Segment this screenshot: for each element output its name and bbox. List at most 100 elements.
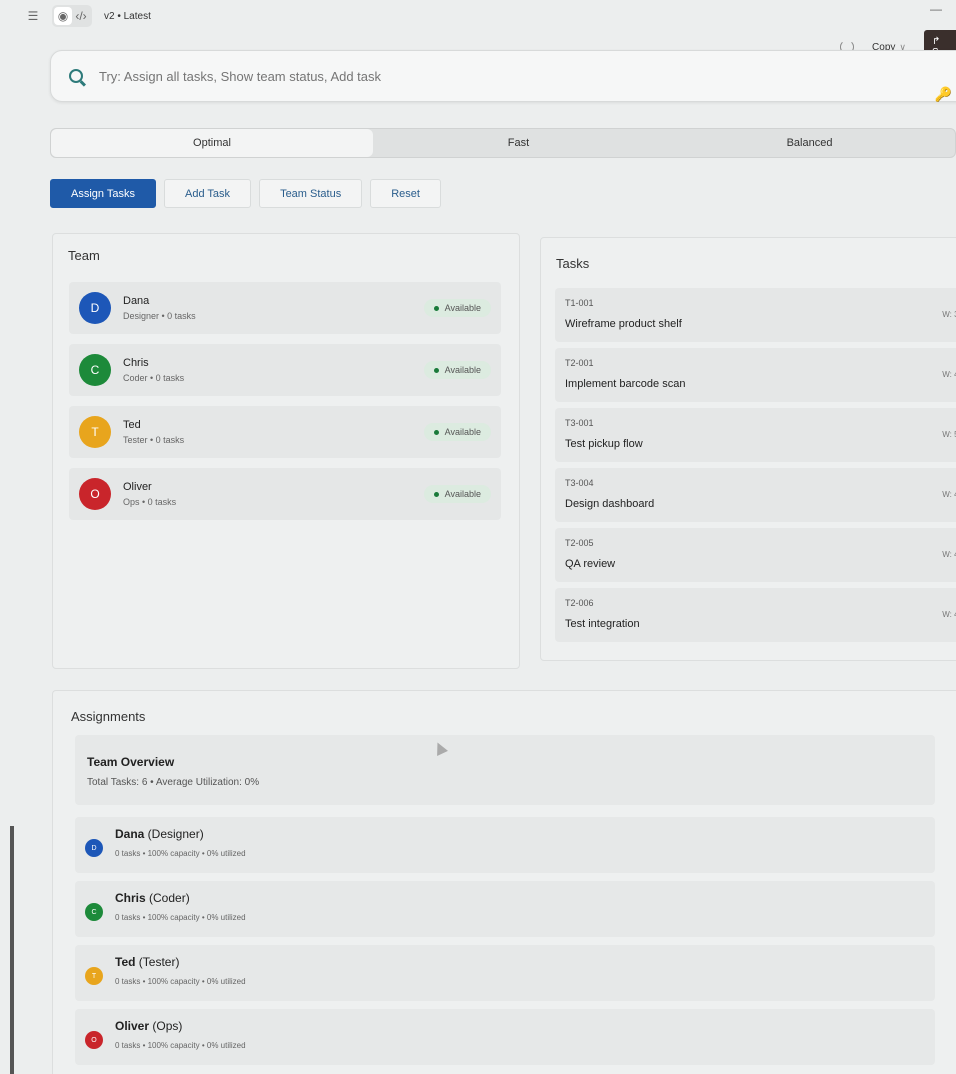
version-label: v2 • Latest bbox=[104, 10, 151, 22]
assignment-name: Oliver (Ops) bbox=[115, 1019, 182, 1033]
task-id: T3-004 bbox=[565, 478, 594, 488]
assignment-stats: 0 tasks • 100% capacity • 0% utilized bbox=[115, 849, 246, 858]
member-name: Chris bbox=[115, 891, 146, 905]
assignment-name: Dana (Designer) bbox=[115, 827, 204, 841]
avatar: C bbox=[79, 354, 111, 386]
task-weight: W: 50 bbox=[942, 430, 956, 439]
avatar: D bbox=[79, 292, 111, 324]
member-name: Oliver bbox=[115, 1019, 150, 1033]
member-role: Coder • 0 tasks bbox=[123, 373, 185, 383]
assignment-name: Ted (Tester) bbox=[115, 955, 179, 969]
team-member-dana[interactable]: D Dana Designer • 0 tasks Available bbox=[69, 282, 501, 334]
status-badge: Available bbox=[423, 485, 491, 503]
code-icon[interactable]: ‹/› bbox=[72, 7, 90, 25]
status-text: Available bbox=[444, 365, 481, 375]
task-weight: W: 40 bbox=[942, 550, 956, 559]
search-icon bbox=[69, 69, 83, 83]
member-name: Dana bbox=[123, 295, 150, 307]
assignments-title: Assignments bbox=[71, 709, 146, 724]
task-weight: W: 30 bbox=[942, 310, 956, 319]
task-item[interactable]: T3-004 Design dashboard W: 40 bbox=[555, 468, 956, 522]
member-name: Ted bbox=[123, 419, 141, 431]
avatar: O bbox=[85, 1031, 103, 1049]
preview-eye-icon[interactable]: ◉ bbox=[54, 7, 72, 25]
mode-optimal[interactable]: Optimal bbox=[51, 129, 373, 157]
task-id: T3-001 bbox=[565, 418, 594, 428]
add-task-button[interactable]: Add Task bbox=[164, 179, 252, 208]
task-title: Wireframe product shelf bbox=[565, 318, 682, 330]
assignment-stats: 0 tasks • 100% capacity • 0% utilized bbox=[115, 913, 246, 922]
search-bar bbox=[50, 50, 956, 102]
task-item[interactable]: T2-006 Test integration W: 40 bbox=[555, 588, 956, 642]
member-name: Oliver bbox=[123, 481, 152, 493]
overview-summary: Total Tasks: 6 • Average Utilization: 0% bbox=[87, 777, 260, 788]
assignments-panel: Assignments Team Overview Total Tasks: 6… bbox=[52, 690, 956, 1074]
task-id: T1-001 bbox=[565, 298, 594, 308]
task-id: T2-001 bbox=[565, 358, 594, 368]
mode-balanced[interactable]: Balanced bbox=[664, 129, 955, 157]
member-role: (Coder) bbox=[145, 891, 190, 905]
task-id: T2-005 bbox=[565, 538, 594, 548]
minimize-icon[interactable]: — bbox=[930, 2, 942, 16]
team-member-oliver[interactable]: O Oliver Ops • 0 tasks Available bbox=[69, 468, 501, 520]
member-role: (Ops) bbox=[149, 1019, 183, 1033]
team-status-button[interactable]: Team Status bbox=[259, 179, 363, 208]
assignment-row-oliver[interactable]: O Oliver (Ops) 0 tasks • 100% capacity •… bbox=[75, 1009, 935, 1065]
task-item[interactable]: T2-001 Implement barcode scan W: 40 bbox=[555, 348, 956, 402]
key-icon[interactable]: 🔑 bbox=[935, 86, 952, 103]
assignment-row-dana[interactable]: D Dana (Designer) 0 tasks • 100% capacit… bbox=[75, 817, 935, 873]
member-role: Ops • 0 tasks bbox=[123, 497, 177, 507]
task-weight: W: 40 bbox=[942, 490, 956, 499]
tasks-panel: Tasks T1-001 Wireframe product shelf W: … bbox=[540, 237, 956, 661]
tasks-title: Tasks bbox=[556, 256, 590, 271]
status-badge: Available bbox=[423, 361, 491, 379]
action-buttons: Assign Tasks Add Task Team Status Reset bbox=[50, 179, 441, 208]
assignment-stats: 0 tasks • 100% capacity • 0% utilized bbox=[115, 1041, 246, 1050]
assignment-row-chris[interactable]: C Chris (Coder) 0 tasks • 100% capacity … bbox=[75, 881, 935, 937]
assignment-name: Chris (Coder) bbox=[115, 891, 190, 905]
top-toolbar: ☰ ◉ ‹/› v2 • Latest — bbox=[0, 0, 956, 32]
mode-fast[interactable]: Fast bbox=[373, 129, 664, 157]
list-icon[interactable]: ☰ bbox=[24, 7, 42, 25]
member-name: Ted bbox=[115, 955, 136, 969]
task-item[interactable]: T3-001 Test pickup flow W: 50 bbox=[555, 408, 956, 462]
task-weight: W: 40 bbox=[942, 370, 956, 379]
team-member-ted[interactable]: T Ted Tester • 0 tasks Available bbox=[69, 406, 501, 458]
status-badge: Available bbox=[423, 299, 491, 317]
assignment-row-ted[interactable]: T Ted (Tester) 0 tasks • 100% capacity •… bbox=[75, 945, 935, 1001]
team-panel: Team D Dana Designer • 0 tasks Available… bbox=[52, 233, 520, 669]
status-dot-icon bbox=[433, 305, 439, 311]
reset-button[interactable]: Reset bbox=[370, 179, 441, 208]
member-name: Chris bbox=[123, 357, 149, 369]
status-dot-icon bbox=[433, 491, 439, 497]
avatar: T bbox=[79, 416, 111, 448]
strategy-segmented-control: Optimal Fast Balanced bbox=[50, 128, 956, 158]
team-member-chris[interactable]: C Chris Coder • 0 tasks Available bbox=[69, 344, 501, 396]
assignment-stats: 0 tasks • 100% capacity • 0% utilized bbox=[115, 977, 246, 986]
avatar: T bbox=[85, 967, 103, 985]
overview-title: Team Overview bbox=[87, 755, 175, 769]
status-text: Available bbox=[444, 303, 481, 313]
status-dot-icon bbox=[433, 367, 439, 373]
team-overview-card: Team Overview Total Tasks: 6 • Average U… bbox=[75, 735, 935, 805]
status-text: Available bbox=[444, 427, 481, 437]
avatar: C bbox=[85, 903, 103, 921]
member-role: Tester • 0 tasks bbox=[123, 435, 185, 445]
team-title: Team bbox=[68, 248, 100, 263]
assign-tasks-button[interactable]: Assign Tasks bbox=[50, 179, 156, 208]
status-dot-icon bbox=[433, 429, 439, 435]
task-item[interactable]: T1-001 Wireframe product shelf W: 30 bbox=[555, 288, 956, 342]
view-toggle: ◉ ‹/› bbox=[52, 5, 92, 27]
task-title: Test integration bbox=[565, 618, 640, 630]
task-weight: W: 40 bbox=[942, 610, 956, 619]
member-role: (Tester) bbox=[135, 955, 180, 969]
task-item[interactable]: T2-005 QA review W: 40 bbox=[555, 528, 956, 582]
scrollbar[interactable] bbox=[10, 826, 14, 1074]
task-title: Test pickup flow bbox=[565, 438, 643, 450]
command-input[interactable] bbox=[99, 68, 599, 84]
status-badge: Available bbox=[423, 423, 491, 441]
task-title: QA review bbox=[565, 558, 616, 570]
task-title: Design dashboard bbox=[565, 498, 655, 510]
member-role: (Designer) bbox=[144, 827, 204, 841]
member-name: Dana bbox=[115, 827, 145, 841]
